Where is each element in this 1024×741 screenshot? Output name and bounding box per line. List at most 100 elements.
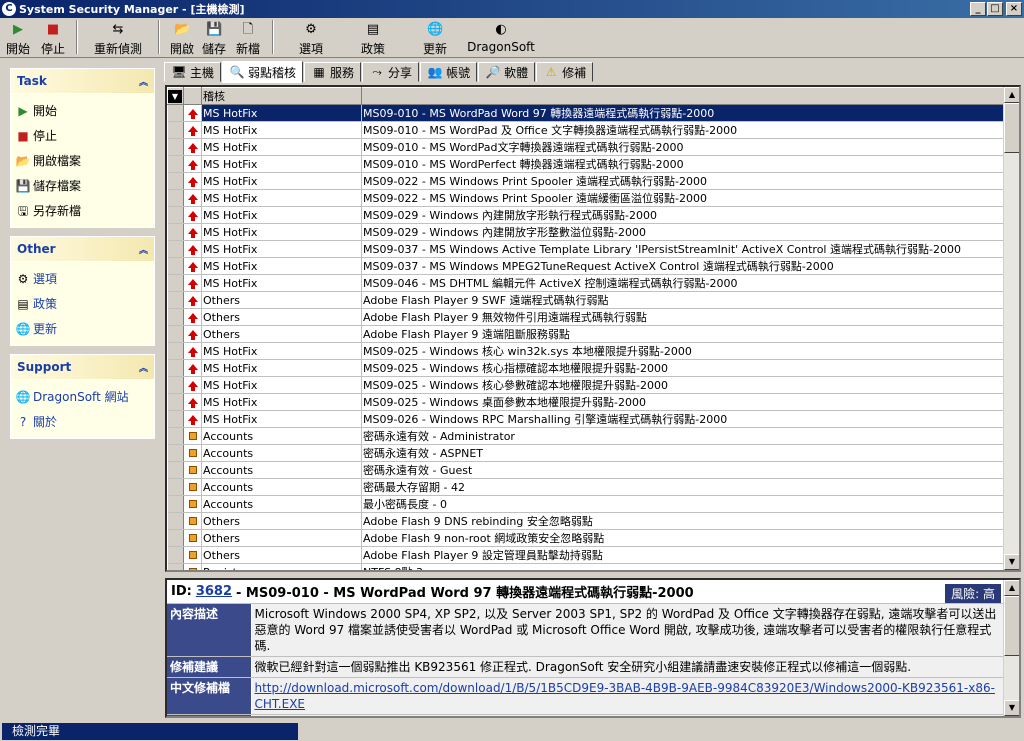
- table-row[interactable]: MS HotFix MS09-025 - Windows 核心指標確認本地權限提升…: [167, 359, 1005, 377]
- detail-row: 內容描述 Microsoft Windows 2000 SP4, XP SP2, …: [167, 604, 1005, 657]
- grid-header-category[interactable]: 稽核: [201, 87, 362, 105]
- tab-warning[interactable]: ⚠ 修補: [536, 62, 594, 82]
- scroll-up-icon[interactable]: ▲: [1004, 87, 1019, 103]
- table-row[interactable]: MS HotFix MS09-010 - MS WordPad文字轉換器遠端程式碼…: [167, 138, 1005, 156]
- row-indicator: [167, 444, 184, 462]
- update-icon: 🌐: [427, 22, 444, 37]
- grid-vertical-scrollbar[interactable]: ▲ ▼: [1003, 87, 1019, 570]
- tab-strip: 🖥 主機 🔍 弱點稽核 ▦ 服務 ⤳ 分享 👥 帳號 🔎 軟體 ⚠ 修補: [164, 61, 594, 83]
- table-row[interactable]: MS HotFix MS09-022 - MS Windows Print Spo…: [167, 172, 1005, 190]
- globe-icon: 🌐: [15, 389, 31, 404]
- row-indicator: [167, 189, 184, 207]
- table-row[interactable]: MS HotFix MS09-010 - MS WordPad 及 Office …: [167, 121, 1005, 139]
- collapse-chevron-icon[interactable]: ︽: [139, 75, 148, 88]
- toolbar-update-button[interactable]: 🌐 更新: [404, 20, 466, 56]
- table-row[interactable]: MS HotFix MS09-025 - Windows 桌面參數本地權限提升弱點…: [167, 393, 1005, 411]
- scroll-down-icon[interactable]: ▼: [1004, 700, 1019, 716]
- sidebar-item-globe[interactable]: 🌐 DragonSoft 網站: [15, 384, 150, 409]
- table-row[interactable]: Others Adobe Flash Player 9 遠端阻斷服務弱點: [167, 325, 1005, 343]
- start-icon: ▶: [13, 22, 23, 37]
- new-file-icon: 🗋: [242, 22, 254, 37]
- toolbar-start-button[interactable]: ▶ 開始: [0, 20, 36, 56]
- toolbar-button-label: 新檔: [235, 42, 260, 56]
- task-panel-title: Task: [17, 74, 47, 88]
- toolbar-dragonsoft-button[interactable]: ◐ DragonSoft: [466, 20, 536, 56]
- table-row[interactable]: Accounts 密碼永遠有效 - Guest: [167, 461, 1005, 479]
- table-row[interactable]: MS HotFix MS09-010 - MS WordPerfect 轉換器遠端…: [167, 155, 1005, 173]
- toolbar-new-file-button[interactable]: 🗋 新檔: [230, 20, 266, 56]
- scroll-down-icon[interactable]: ▼: [1004, 554, 1019, 570]
- start-icon: ▶: [18, 103, 28, 118]
- table-row[interactable]: Accounts 密碼永遠有效 - Administrator: [167, 427, 1005, 445]
- sidebar-item-stop[interactable]: ■ 停止: [15, 123, 150, 148]
- table-row[interactable]: MS HotFix MS09-025 - Windows 核心 win32k.sy…: [167, 342, 1005, 360]
- sidebar-item-save[interactable]: 💾 儲存檔案: [15, 173, 150, 198]
- sidebar-item-help[interactable]: ? 關於: [15, 409, 150, 434]
- tab-service[interactable]: ▦ 服務: [304, 62, 362, 82]
- table-row[interactable]: MS HotFix MS09-037 - MS Windows Active Te…: [167, 240, 1005, 258]
- toolbar-redetect-button[interactable]: ⇆ 重新偵測: [84, 20, 152, 56]
- sidebar-item-update[interactable]: 🌐 更新: [15, 316, 150, 341]
- table-row[interactable]: MS HotFix MS09-026 - Windows RPC Marshall…: [167, 410, 1005, 428]
- table-row[interactable]: MS HotFix MS09-029 - Windows 內建開放字形整數溢位弱點…: [167, 223, 1005, 241]
- host-icon: 🖥: [171, 65, 187, 79]
- sidebar-item-save-as[interactable]: 🖫 另存新檔: [15, 198, 150, 223]
- table-row[interactable]: Others Adobe Flash Player 9 設定管理員點擊劫持弱點: [167, 546, 1005, 564]
- grid-corner[interactable]: ▼: [167, 87, 184, 105]
- other-panel-header[interactable]: Other ︽: [10, 236, 155, 262]
- toolbar-open-button[interactable]: 📂 開啟: [166, 20, 198, 56]
- table-row[interactable]: Others Adobe Flash Player 9 SWF 遠端程式碼執行弱點: [167, 291, 1005, 309]
- table-row[interactable]: Others Adobe Flash 9 DNS rebinding 安全忽略弱點: [167, 512, 1005, 530]
- sidebar-item-options[interactable]: ⚙ 選項: [15, 266, 150, 291]
- tab-audit[interactable]: 🔍 弱點稽核: [222, 61, 304, 83]
- support-panel-header[interactable]: Support ︽: [10, 354, 155, 380]
- row-indicator: [167, 529, 184, 547]
- toolbar-options-button[interactable]: ⚙ 選項: [280, 20, 342, 56]
- table-row[interactable]: MS HotFix MS09-046 - MS DHTML 編輯元件 Active…: [167, 274, 1005, 292]
- table-row[interactable]: Others Adobe Flash 9 non-root 網域政策安全忽略弱點: [167, 529, 1005, 547]
- close-button[interactable]: ×: [1006, 2, 1022, 16]
- toolbar-save-button[interactable]: 💾 儲存: [198, 20, 230, 56]
- row-category: MS HotFix: [201, 155, 362, 173]
- detail-vertical-scrollbar[interactable]: ▲ ▼: [1003, 580, 1019, 716]
- collapse-chevron-icon[interactable]: ︽: [139, 361, 148, 374]
- table-row[interactable]: MS HotFix MS09-025 - Windows 核心參數確認本地權限提升…: [167, 376, 1005, 394]
- detail-id-link[interactable]: 3682: [196, 584, 232, 599]
- scroll-up-icon[interactable]: ▲: [1004, 580, 1019, 596]
- table-row[interactable]: MS HotFix MS09-010 - MS WordPad Word 97 轉…: [167, 104, 1005, 122]
- detail-label: 中文修補檔: [167, 677, 252, 715]
- toolbar-policy-button[interactable]: ▤ 政策: [342, 20, 404, 56]
- toolbar: ▶ 開始 ■ 停止 ⇆ 重新偵測 📂 開啟 💾 儲存 🗋 新檔 ⚙ 選項 ▤ 政策 🌐 更新 ◐ DragonSoft: [0, 18, 1024, 58]
- table-row[interactable]: Accounts 密碼最大存留期 - 42: [167, 478, 1005, 496]
- high-risk-arrow-icon: [187, 108, 198, 119]
- severity-cell: [183, 546, 202, 564]
- sidebar-item-start[interactable]: ▶ 開始: [15, 98, 150, 123]
- minimize-button[interactable]: _: [970, 2, 986, 16]
- tab-share[interactable]: ⤳ 分享: [362, 62, 420, 82]
- tab-host[interactable]: 🖥 主機: [164, 62, 222, 82]
- table-row[interactable]: MS HotFix MS09-029 - Windows 內建開放字形執行程式碼弱…: [167, 206, 1005, 224]
- table-row[interactable]: MS HotFix MS09-022 - MS Windows Print Spo…: [167, 189, 1005, 207]
- row-indicator: [167, 104, 184, 122]
- patch-download-link[interactable]: http://download.microsoft.com/download/1…: [255, 681, 995, 711]
- scroll-thumb[interactable]: [1004, 596, 1019, 656]
- sidebar-item-policy[interactable]: ▤ 政策: [15, 291, 150, 316]
- maximize-button[interactable]: □: [987, 2, 1003, 16]
- tab-accounts[interactable]: 👥 帳號: [420, 62, 478, 82]
- table-row[interactable]: RegistryNTFS 8點 3: [167, 563, 1005, 570]
- severity-cell: [183, 121, 202, 139]
- table-row[interactable]: MS HotFix MS09-037 - MS Windows MPEG2Tune…: [167, 257, 1005, 275]
- sidebar-item-label: 政策: [33, 297, 58, 311]
- table-row[interactable]: Accounts 密碼永遠有效 - ASPNET: [167, 444, 1005, 462]
- tab-software[interactable]: 🔎 軟體: [478, 62, 536, 82]
- grid-header-description[interactable]: [361, 87, 1005, 105]
- task-panel-header[interactable]: Task ︽: [10, 68, 155, 94]
- high-risk-arrow-icon: [187, 210, 198, 221]
- sidebar-item-open-folder[interactable]: 📂 開啟檔案: [15, 148, 150, 173]
- toolbar-stop-button[interactable]: ■ 停止: [36, 20, 70, 56]
- collapse-chevron-icon[interactable]: ︽: [139, 243, 148, 256]
- table-row[interactable]: Accounts 最小密碼長度 - 0: [167, 495, 1005, 513]
- table-row[interactable]: Others Adobe Flash Player 9 無效物件引用遠端程式碼執行…: [167, 308, 1005, 326]
- toolbar-button-label: 開始: [5, 42, 30, 56]
- scroll-thumb[interactable]: [1004, 103, 1019, 153]
